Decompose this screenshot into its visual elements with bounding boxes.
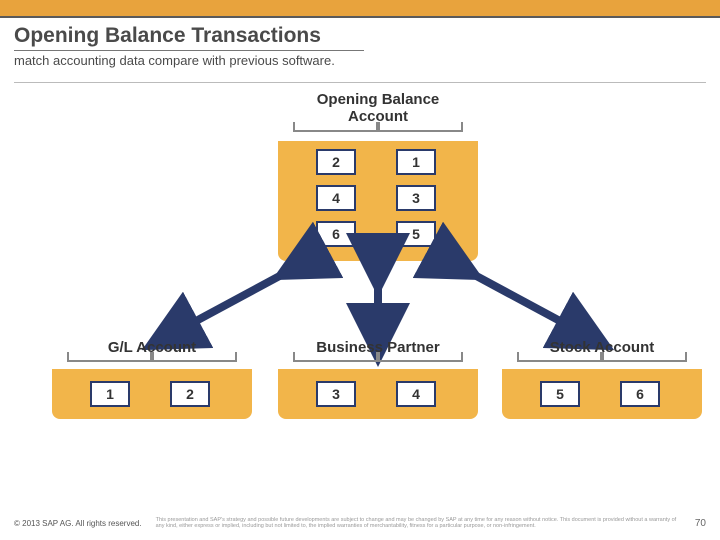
- business-partner-cells: 3 4: [316, 381, 436, 407]
- t-account-underline: [512, 360, 692, 362]
- business-partner-group: Business Partner: [288, 339, 468, 362]
- stock-cell: 5: [540, 381, 580, 407]
- bp-cell: 4: [396, 381, 436, 407]
- t-account-underline: [288, 360, 468, 362]
- ob-cell: 2: [316, 149, 356, 175]
- gl-account-cells: 1 2: [90, 381, 210, 407]
- ob-cell: 1: [396, 149, 436, 175]
- t-account-underline: [62, 360, 242, 362]
- header: Opening Balance Transactions match accou…: [0, 18, 720, 72]
- opening-balance-group: Opening Balance Account: [288, 91, 468, 132]
- opening-balance-cells: 2 1 4 3 6 5: [316, 149, 436, 247]
- t-account-underline: [288, 130, 468, 132]
- stock-cell: 6: [620, 381, 660, 407]
- footer: © 2013 SAP AG. All rights reserved. This…: [0, 509, 720, 540]
- stock-account-cells: 5 6: [540, 381, 660, 407]
- page-subtitle: match accounting data compare with previ…: [14, 53, 706, 68]
- page-number: 70: [695, 518, 706, 529]
- opening-balance-title: Opening Balance Account: [288, 91, 468, 126]
- legal-text: This presentation and SAP's strategy and…: [156, 517, 681, 530]
- ob-cell: 3: [396, 185, 436, 211]
- diagram: Opening Balance Account 2 1 4 3 6 5 G/L …: [0, 83, 720, 463]
- page-title: Opening Balance Transactions: [14, 24, 364, 51]
- ob-cell: 4: [316, 185, 356, 211]
- stock-account-group: Stock Account: [512, 339, 692, 362]
- ob-cell: 5: [396, 221, 436, 247]
- ob-cell: 6: [316, 221, 356, 247]
- brand-bar: [0, 0, 720, 18]
- gl-cell: 1: [90, 381, 130, 407]
- gl-cell: 2: [170, 381, 210, 407]
- opening-balance-title-line1: Opening Balance: [317, 91, 440, 108]
- copyright: © 2013 SAP AG. All rights reserved.: [14, 519, 142, 528]
- gl-account-group: G/L Account: [62, 339, 242, 362]
- bp-cell: 3: [316, 381, 356, 407]
